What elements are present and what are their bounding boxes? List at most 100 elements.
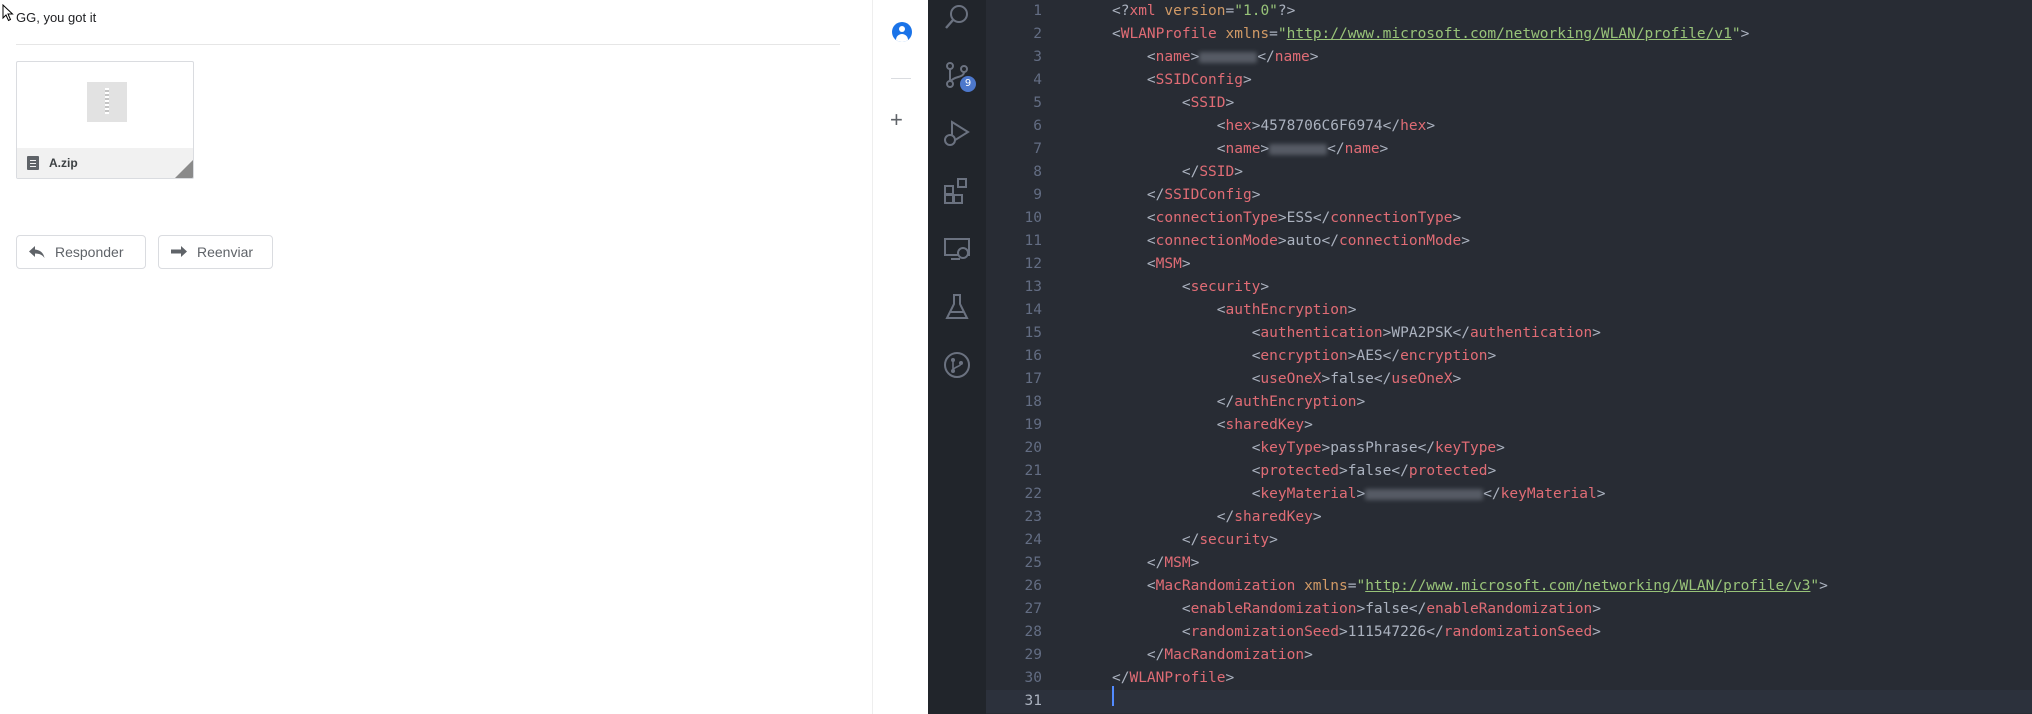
code-line[interactable]: 9 </SSIDConfig> [986,184,2032,207]
line-number: 14 [1024,302,1042,318]
code-line[interactable]: 19 <sharedKey> [986,414,2032,437]
code-line[interactable]: 13 <security> [986,276,2032,299]
code-line[interactable]: 31 [986,690,2032,713]
code-line[interactable]: 7 <name> </name> [986,138,2032,161]
code-line[interactable]: 1 <?xml version="1.0"?> [986,0,2032,23]
code-token: <? [1112,3,1130,19]
redacted-value [1365,488,1484,500]
code-line[interactable]: 4 <SSIDConfig> [986,69,2032,92]
run-debug-icon[interactable] [940,116,974,150]
source-control-badge: 9 [960,76,976,92]
line-number: 6 [1033,118,1042,134]
code-token: > [1260,141,1270,157]
code-token: WPA2PSK [1391,325,1453,341]
code-token: security [1190,279,1261,295]
code-token: MSM [1155,256,1182,272]
code-line[interactable]: 29 </MacRandomization> [986,644,2032,667]
code-line[interactable]: 15 <authentication>WPA2PSK</authenticati… [986,322,2032,345]
code-token: </ [1426,624,1444,640]
code-line[interactable]: 25 </MSM> [986,552,2032,575]
contacts-icon[interactable] [892,22,912,42]
code-token: </ [1181,532,1200,548]
code-token: "1.0" [1234,3,1278,19]
remote-explorer-icon[interactable] [940,232,974,266]
search-icon[interactable] [940,0,974,34]
line-code: <security> [1112,276,1269,299]
activity-bar: 9 [928,0,986,714]
code-line[interactable]: 8 </SSID> [986,161,2032,184]
line-code: <keyType>passPhrase</keyType> [1112,437,1505,460]
reply-button[interactable]: Responder [16,235,146,269]
code-editor[interactable]: 1 <?xml version="1.0"?> 2 <WLANProfile xmln… [986,0,2032,714]
code-token: connectionType [1155,210,1278,226]
code-line[interactable]: 28 <randomizationSeed>111547226</randomi… [986,621,2032,644]
code-line[interactable]: 10 <connectionType>ESS</connectionType> [986,207,2032,230]
code-line[interactable]: 17 <useOneX>false</useOneX> [986,368,2032,391]
code-token: </ [1146,187,1165,203]
code-token: MSM [1164,555,1191,571]
zip-thumbnail-icon [87,82,127,122]
code-token: </ [1382,348,1401,364]
code-token: > [1819,578,1828,594]
code-line[interactable]: 27 <enableRandomization>false</enableRan… [986,598,2032,621]
code-token: > [1740,26,1750,42]
code-token: > [1356,486,1366,502]
code-line[interactable]: 16 <encryption>AES</encryption> [986,345,2032,368]
code-token: > [1487,348,1497,364]
code-token: version [1164,3,1226,19]
code-line[interactable]: 24 </security> [986,529,2032,552]
code-token: < [1146,72,1156,88]
code-token: xmlns [1225,26,1270,42]
code-token: > [1321,440,1331,456]
code-token: > [1487,463,1497,479]
code-token: security [1199,532,1270,548]
code-token: < [1146,210,1156,226]
code-token: SSID [1190,95,1226,111]
code-token: protected [1260,463,1339,479]
line-code: <hex>4578706C6F6974</hex> [1112,115,1435,138]
git-graph-icon[interactable] [940,348,974,382]
forward-button[interactable]: Reenviar [158,235,273,269]
line-number: 18 [1024,394,1042,410]
code-line[interactable]: 18 </authEncryption> [986,391,2032,414]
code-token: < [1181,601,1191,617]
attachment-fold-corner [175,160,193,178]
code-line[interactable]: 30 </WLANProfile> [986,667,2032,690]
code-line[interactable]: 22 <keyMaterial> </keyMaterial> [986,483,2032,506]
line-number: 19 [1024,417,1042,433]
line-code: <sharedKey> [1112,414,1313,437]
code-token: " [1277,26,1287,42]
code-line[interactable]: 14 <authEncryption> [986,299,2032,322]
code-line[interactable]: 21 <protected>false</protected> [986,460,2032,483]
line-code: </MSM> [1112,552,1199,575]
code-line[interactable]: 23 </sharedKey> [986,506,2032,529]
code-token: sharedKey [1234,509,1313,525]
line-code: <WLANProfile xmlns="http://www.microsoft… [1112,23,1749,46]
code-line[interactable]: 26 <MacRandomization xmlns="http://www.m… [986,575,2032,598]
code-line[interactable]: 5 <SSID> [986,92,2032,115]
code-line[interactable]: 6 <hex>4578706C6F6974</hex> [986,115,2032,138]
reply-label: Responder [55,244,124,260]
line-number: 29 [1024,647,1042,663]
code-line[interactable]: 12 <MSM> [986,253,2032,276]
code-token: </ [1321,233,1339,249]
add-icon[interactable]: + [890,109,903,131]
code-line[interactable]: 11 <connectionMode>auto</connectionMode> [986,230,2032,253]
line-code: </security> [1112,529,1278,552]
code-line[interactable]: 20 <keyType>passPhrase</keyType> [986,437,2032,460]
code-line[interactable]: 2 <WLANProfile xmlns="http://www.microsof… [986,23,2032,46]
code-line[interactable]: 3 <name> </name> [986,46,2032,69]
extensions-icon[interactable] [940,174,974,208]
code-token: < [1112,26,1121,42]
code-token: connectionType [1330,210,1453,226]
testing-icon[interactable] [940,290,974,324]
code-token: false [1365,601,1409,617]
code-token: > [1461,233,1470,249]
attachment-card[interactable]: A.zip [16,61,194,179]
code-token: > [1260,279,1270,295]
code-token: > [1347,302,1357,318]
code-token: SSID [1199,164,1235,180]
